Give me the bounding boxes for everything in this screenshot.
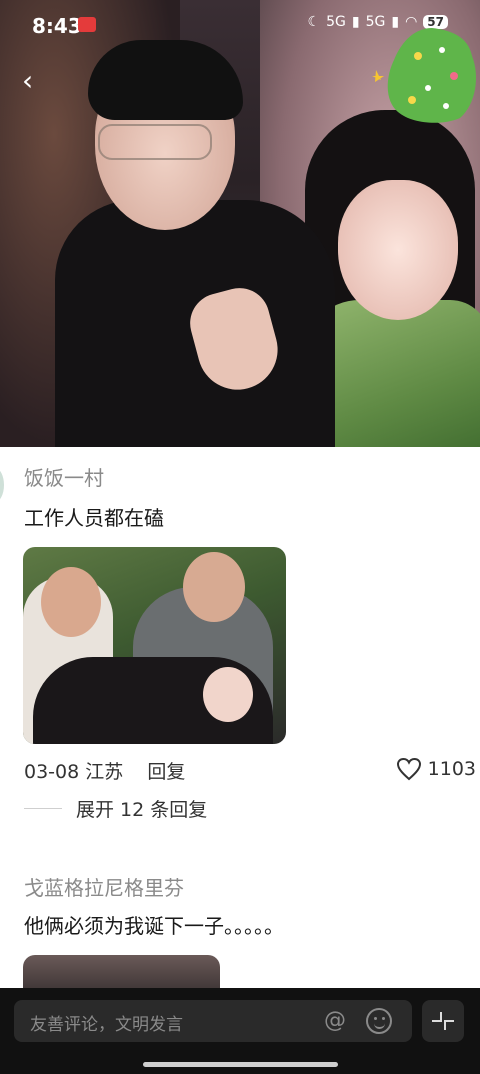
emoji-icon[interactable] bbox=[366, 1008, 392, 1034]
home-indicator bbox=[143, 1062, 338, 1067]
signal-5g-label: 5G bbox=[326, 14, 346, 30]
comment-username-2[interactable]: 戈蓝格拉尼格里芬 bbox=[24, 872, 184, 901]
comment-image[interactable] bbox=[23, 547, 286, 744]
christmas-tree-sticker-icon bbox=[372, 28, 476, 123]
back-arrow-icon[interactable]: ‹ bbox=[22, 66, 46, 96]
image-face-3 bbox=[203, 667, 253, 722]
comment-date: 03-08 bbox=[24, 761, 80, 783]
photo-woman-face bbox=[338, 180, 458, 320]
expand-replies[interactable]: 展开 12 条回复 bbox=[24, 795, 207, 822]
comment-input[interactable]: 友善评论，文明发言 @ bbox=[14, 1000, 412, 1042]
comment-meta: 03-08 江苏 回复 bbox=[24, 757, 185, 784]
screen-record-icon bbox=[78, 17, 96, 32]
signal-icon: ▮ bbox=[351, 14, 360, 30]
photo-glasses bbox=[98, 124, 212, 160]
expand-replies-label: 展开 12 条回复 bbox=[76, 799, 208, 821]
comment-input-bar: 友善评论，文明发言 @ bbox=[0, 988, 480, 1074]
comment-location: 江苏 bbox=[85, 761, 124, 783]
image-face-2 bbox=[41, 567, 101, 637]
status-time: 8:43 bbox=[32, 14, 82, 38]
like-button[interactable]: 1103 bbox=[396, 757, 476, 781]
collapse-button[interactable] bbox=[422, 1000, 464, 1042]
at-mention-icon[interactable]: @ bbox=[322, 1008, 348, 1034]
photo-man-hair bbox=[88, 40, 243, 120]
moon-icon: ☾ bbox=[307, 14, 321, 30]
divider bbox=[24, 808, 62, 809]
image-face bbox=[183, 552, 245, 622]
avatar[interactable] bbox=[0, 468, 4, 502]
like-count: 1103 bbox=[427, 758, 476, 780]
comment-username[interactable]: 饭饭一村 bbox=[24, 462, 104, 491]
reply-button[interactable]: 回复 bbox=[147, 761, 185, 783]
heart-icon bbox=[396, 757, 421, 781]
comment-input-placeholder: 友善评论，文明发言 bbox=[30, 1015, 183, 1035]
comment-text: 工作人员都在磕 bbox=[24, 506, 164, 530]
comment-text-2: 他俩必须为我诞下一子。。。。。 bbox=[24, 914, 284, 938]
collapse-icon bbox=[432, 1012, 454, 1030]
